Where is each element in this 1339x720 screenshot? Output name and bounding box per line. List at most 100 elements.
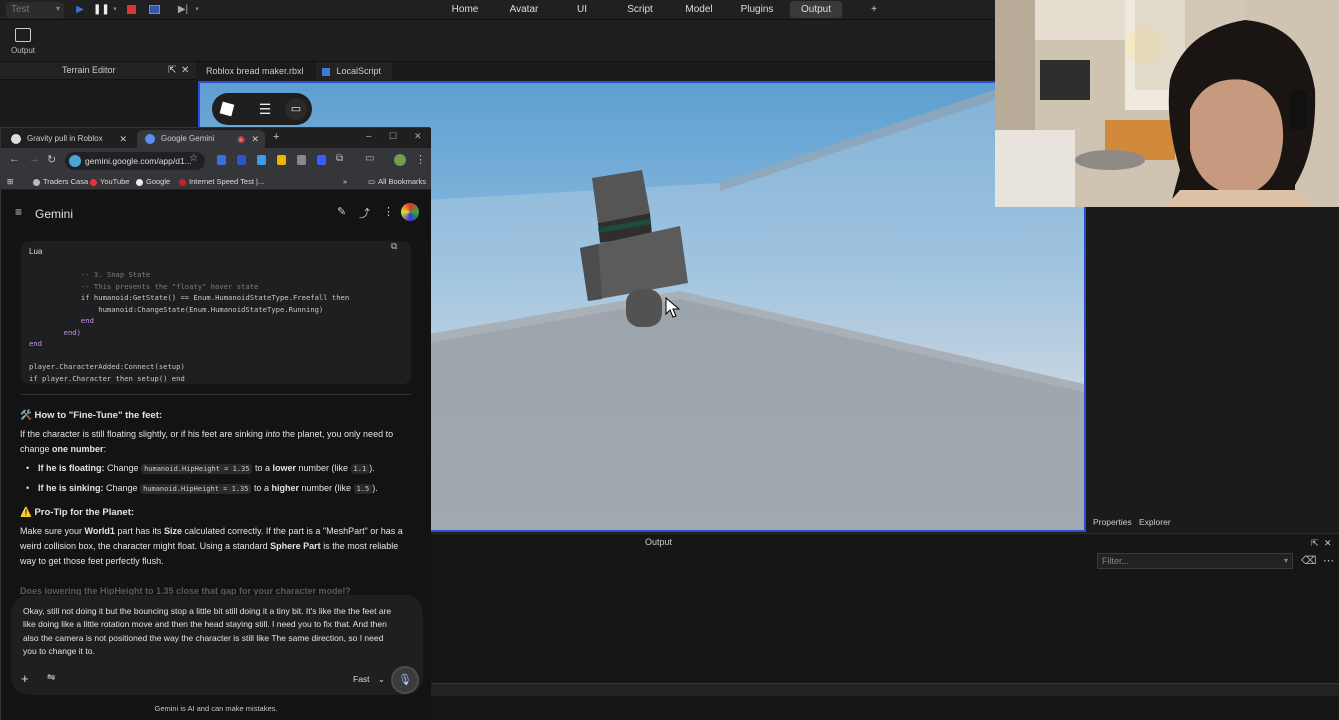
browser-tab-gravity[interactable]: Gravity pull in Roblox ✕ — [3, 130, 133, 148]
client-server-icon[interactable] — [147, 3, 161, 17]
forward-icon[interactable]: → — [29, 153, 40, 165]
section-heading: 🛠️ How to "Fine-Tune" the feet: — [20, 410, 163, 421]
stop-icon[interactable] — [124, 3, 138, 17]
microphone-icon: 🎙 — [398, 674, 412, 686]
profile-avatar[interactable] — [394, 154, 406, 166]
bookmark-label: Google — [146, 177, 171, 186]
extension-icon[interactable] — [297, 155, 306, 165]
tab-ui[interactable]: UI — [572, 0, 592, 19]
inline-code: humanoid.HipHeight = 1.35 — [141, 464, 253, 474]
model-mode-select[interactable]: Fast ⌄ — [353, 674, 385, 685]
maximize-icon[interactable]: ☐ — [389, 131, 397, 142]
prompt-input-text[interactable]: Okay, still not doing it but the bouncin… — [23, 605, 395, 658]
tab-avatar[interactable]: Avatar — [505, 0, 543, 19]
tab-bread-maker-label: Roblox bread maker.rbxl — [206, 66, 304, 76]
tools-icon[interactable]: ⇋ — [47, 672, 55, 683]
chevron-down-icon[interactable]: ▾ — [190, 3, 204, 17]
close-icon[interactable]: ✕ — [251, 130, 259, 148]
output-icon — [15, 28, 31, 42]
bookmark-traders-casa[interactable]: Traders Casa — [33, 177, 88, 186]
tab-explorer[interactable]: Explorer — [1139, 517, 1171, 527]
chevron-down-icon: ⌄ — [377, 674, 386, 684]
bookmark-youtube[interactable]: YouTube — [90, 177, 129, 186]
add-attachment-button[interactable]: + — [21, 671, 29, 686]
command-bar[interactable] — [430, 683, 1339, 696]
text: to a — [254, 463, 270, 473]
code-language-label: Lua — [29, 247, 43, 256]
close-icon[interactable]: ✕ — [181, 65, 189, 76]
roblox-menu-bar: ☰ ▭ — [212, 93, 312, 125]
tab-bread-maker[interactable]: Roblox bread maker.rbxl ✕ — [200, 62, 312, 94]
close-icon[interactable]: ✕ — [119, 130, 127, 148]
output-tool-button[interactable]: Output — [8, 28, 38, 55]
bookmarks-overflow-icon[interactable]: » — [343, 177, 347, 186]
add-tab-button[interactable]: + — [868, 0, 880, 19]
code-line: if player.Character then setup() end — [29, 373, 185, 383]
more-icon[interactable]: ⋯ — [1323, 554, 1334, 567]
bookmark-label: Internet Speed Test |... — [189, 177, 265, 186]
paragraph: Make sure your World1 part has its Size … — [20, 524, 415, 569]
share-icon[interactable]: ⤴ — [359, 205, 370, 221]
new-chat-icon[interactable]: ✎ — [337, 205, 346, 218]
step-icon[interactable]: ▶| — [176, 3, 190, 17]
test-mode-select[interactable]: Test ▾ — [6, 2, 64, 18]
apps-grid-icon[interactable]: ⊞ — [7, 177, 13, 186]
more-vertical-icon[interactable]: ⋮ — [383, 205, 394, 218]
tab-localscript-label: LocalScript — [336, 66, 382, 76]
tab-script[interactable]: Script — [622, 0, 658, 19]
chevron-down-icon[interactable]: ▾ — [108, 3, 122, 17]
code-line: if humanoid:GetState() == Enum.HumanoidS… — [29, 293, 350, 302]
extension-icon[interactable] — [317, 155, 326, 165]
popout-icon[interactable]: ⇱ — [1311, 538, 1319, 549]
extensions-puzzle-icon[interactable]: ⧉ — [336, 153, 343, 164]
chat-icon[interactable]: ▭ — [285, 98, 307, 120]
popout-icon[interactable]: ⇱ — [168, 65, 176, 76]
inline-code: 1.5 — [353, 484, 373, 494]
script-icon — [322, 67, 330, 76]
extension-icon[interactable] — [217, 155, 226, 165]
webcam-video — [995, 0, 1339, 207]
bookmark-star-icon[interactable]: ☆ — [189, 153, 198, 164]
new-tab-button[interactable]: + — [273, 131, 279, 143]
browser-tab-gemini[interactable]: Google Gemini ◉ ✕ — [137, 130, 265, 148]
paragraph: If the character is still floating sligh… — [20, 429, 394, 454]
tab-output[interactable]: Output — [790, 1, 842, 18]
close-window-icon[interactable]: ✕ — [414, 131, 422, 142]
all-bookmarks-button[interactable]: ▭ All Bookmarks — [368, 177, 426, 186]
pause-icon[interactable]: ❚❚ — [93, 3, 110, 17]
filter-placeholder: Filter... — [1102, 556, 1130, 566]
user-avatar[interactable] — [401, 203, 419, 221]
output-filter-input[interactable]: Filter... ▾ — [1097, 553, 1293, 569]
list-item: If he is floating: Change humanoid.HipHe… — [26, 461, 415, 477]
screen-cast-icon[interactable]: ▭ — [365, 153, 374, 164]
extension-icon[interactable] — [277, 155, 286, 165]
extension-icon[interactable] — [237, 155, 246, 165]
microphone-button[interactable]: 🎙 — [391, 666, 419, 694]
inline-code: 1.1 — [350, 464, 370, 474]
copy-code-icon[interactable]: ⧉ — [391, 241, 397, 252]
back-icon[interactable]: ← — [9, 153, 20, 165]
disclaimer: Gemini is AI and can make mistakes. — [154, 704, 278, 713]
bookmark-favicon-icon — [33, 178, 40, 186]
play-icon[interactable]: ▶ — [73, 3, 87, 17]
bookmark-speed-test[interactable]: Internet Speed Test |... — [179, 177, 264, 186]
roblox-logo-button[interactable] — [216, 98, 238, 120]
extension-icon[interactable] — [257, 155, 266, 165]
address-bar: ← → ↻ gemini.google.com/app/d1... ☆ ⧉ ▭ … — [1, 148, 431, 174]
clear-output-icon[interactable]: ⌫ — [1301, 554, 1317, 567]
tab-model[interactable]: Model — [680, 0, 718, 19]
close-icon[interactable]: ✕ — [1324, 538, 1332, 549]
reload-icon[interactable]: ↻ — [47, 153, 56, 166]
menu-icon[interactable]: ☰ — [254, 98, 276, 120]
bookmarks-bar: ⊞ Traders Casa YouTube Google Internet S… — [1, 174, 431, 190]
tab-plugins[interactable]: Plugins — [738, 0, 776, 19]
tab-localscript[interactable]: LocalScript ✕ — [316, 62, 392, 94]
tab-home[interactable]: Home — [447, 0, 483, 19]
more-vertical-icon[interactable]: ⋮ — [415, 153, 426, 166]
tab-properties[interactable]: Properties — [1093, 517, 1132, 527]
url-input[interactable]: gemini.google.com/app/d1... — [65, 152, 205, 170]
browser-tab-label: Gravity pull in Roblox — [27, 134, 103, 143]
minimize-icon[interactable]: – — [366, 131, 372, 142]
bookmark-google[interactable]: Google — [136, 177, 170, 186]
menu-icon[interactable]: ≡ — [15, 205, 22, 219]
